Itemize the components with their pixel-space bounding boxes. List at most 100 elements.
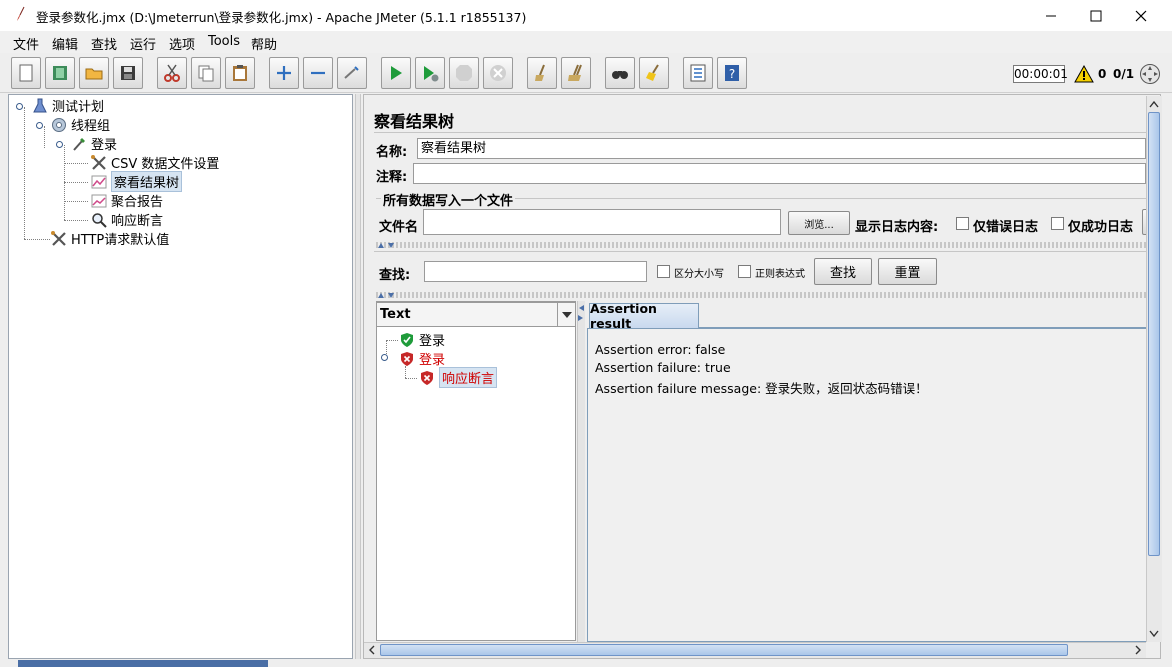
- toggle-button[interactable]: [337, 57, 367, 89]
- scroll-left-icon[interactable]: [367, 644, 377, 656]
- errors-only-checkbox[interactable]: [956, 217, 969, 230]
- scissors-icon: [164, 64, 180, 82]
- play-no-pause-icon: [424, 66, 439, 82]
- name-field[interactable]: 察看结果树: [417, 138, 1146, 159]
- horizontal-scroll-thumb[interactable]: [380, 644, 1068, 656]
- tree-toggle-knob[interactable]: [36, 122, 43, 129]
- maximize-button[interactable]: [1073, 0, 1119, 31]
- renderer-select[interactable]: Text: [376, 302, 576, 327]
- new-button[interactable]: [11, 57, 41, 89]
- splitter-arrows-icon[interactable]: [376, 292, 398, 299]
- comment-field[interactable]: [413, 163, 1146, 184]
- tree-node-thread-group[interactable]: 线程组: [50, 115, 110, 134]
- menu-file[interactable]: 文件: [13, 34, 39, 53]
- warning-count: 0: [1098, 67, 1107, 81]
- tree-node-csv-config[interactable]: CSV 数据文件设置: [90, 153, 219, 172]
- tree-node-login-sampler[interactable]: 登录: [70, 134, 117, 153]
- success-shield-icon: [398, 331, 416, 349]
- title-divider: [374, 132, 1146, 133]
- copy-icon: [198, 65, 214, 82]
- splitter-handle[interactable]: [376, 292, 1146, 298]
- result-item-login-failure[interactable]: 登录: [398, 349, 445, 368]
- search-button[interactable]: [605, 57, 635, 89]
- cut-button[interactable]: [157, 57, 187, 89]
- tree-node-aggregate-report[interactable]: 聚合报告: [90, 191, 163, 210]
- menu-search[interactable]: 查找: [91, 34, 117, 53]
- menu-run[interactable]: 运行: [130, 34, 156, 53]
- tab-assertion-result[interactable]: Assertion result: [589, 301, 699, 331]
- help-book-icon: ?: [725, 65, 739, 81]
- comment-label: 注释:: [376, 170, 408, 185]
- tree-node-label: HTTP请求默认值: [71, 233, 170, 248]
- tree-connector: [64, 201, 88, 202]
- splitter-arrows-icon[interactable]: [376, 242, 398, 249]
- clear-button[interactable]: [527, 57, 557, 89]
- result-item-login-success[interactable]: 登录: [398, 330, 445, 349]
- regex-label: 正则表达式: [755, 269, 805, 280]
- menu-tools[interactable]: Tools: [208, 34, 240, 49]
- tree-connector: [24, 107, 25, 239]
- filename-field[interactable]: [423, 209, 781, 235]
- menu-bar: 文件 编辑 查找 运行 选项 Tools 帮助: [0, 31, 1172, 53]
- tree-node-test-plan[interactable]: 测试计划: [31, 96, 104, 115]
- paste-button[interactable]: [225, 57, 255, 89]
- browse-button[interactable]: 浏览...: [788, 211, 850, 235]
- expand-button[interactable]: [269, 57, 299, 89]
- reset-button[interactable]: 重置: [878, 258, 937, 285]
- tree-node-response-assertion[interactable]: 响应断言: [90, 210, 163, 229]
- close-button[interactable]: [1118, 0, 1164, 31]
- result-item-assertion-failure[interactable]: 响应断言: [418, 367, 498, 388]
- tree-node-label: 线程组: [71, 119, 111, 134]
- save-button[interactable]: [113, 57, 143, 89]
- warning-icon[interactable]: [1074, 65, 1094, 83]
- case-sensitive-checkbox[interactable]: [657, 265, 670, 278]
- minimize-button[interactable]: [1028, 0, 1074, 31]
- tree-toggle-knob[interactable]: [56, 141, 63, 148]
- open-button[interactable]: [79, 57, 109, 89]
- help-button[interactable]: ?: [717, 57, 747, 89]
- results-splitter[interactable]: [577, 301, 585, 642]
- templates-button[interactable]: [45, 57, 75, 89]
- scroll-up-icon[interactable]: [1148, 99, 1160, 109]
- tree-connector: [44, 126, 45, 148]
- regex-checkbox[interactable]: [738, 265, 751, 278]
- search-button[interactable]: 查找: [814, 258, 872, 285]
- tree-connector: [405, 378, 417, 379]
- tree-node-view-results-tree[interactable]: 察看结果树: [90, 171, 183, 192]
- minus-icon: [311, 71, 325, 75]
- start-no-pause-button[interactable]: [415, 57, 445, 89]
- renderer-dropdown-button[interactable]: [557, 303, 575, 326]
- tree-connector: [64, 163, 88, 164]
- splitter-arrows-icon[interactable]: [577, 303, 585, 325]
- menu-options[interactable]: 选项: [169, 34, 195, 53]
- tree-toggle-knob[interactable]: [16, 103, 23, 110]
- menu-edit[interactable]: 编辑: [52, 34, 78, 53]
- split-pane-divider[interactable]: [355, 94, 361, 659]
- result-item-label: 响应断言: [439, 367, 498, 388]
- clear-all-button[interactable]: [561, 57, 591, 89]
- collapse-button[interactable]: [303, 57, 333, 89]
- copy-button[interactable]: [191, 57, 221, 89]
- chart-icon: [90, 173, 108, 191]
- scroll-down-icon[interactable]: [1148, 629, 1160, 639]
- vertical-scroll-thumb[interactable]: [1148, 112, 1160, 556]
- search-input[interactable]: [424, 261, 647, 282]
- open-folder-icon: [85, 68, 103, 80]
- stop-button[interactable]: [449, 57, 479, 89]
- function-helper-button[interactable]: [683, 57, 713, 89]
- jmeter-feather-icon: [17, 6, 25, 21]
- start-button[interactable]: [381, 57, 411, 89]
- splitter-handle[interactable]: [376, 242, 1146, 248]
- tree-toggle-knob[interactable]: [381, 354, 388, 361]
- binoculars-icon: [612, 71, 628, 79]
- templates-icon: [53, 66, 67, 80]
- tree-node-label: 登录: [91, 138, 118, 153]
- tree-connector: [24, 239, 50, 240]
- scroll-right-icon[interactable]: [1133, 644, 1143, 656]
- tree-node-http-defaults[interactable]: HTTP请求默认值: [50, 229, 169, 248]
- reset-search-button[interactable]: [639, 57, 669, 89]
- plus-icon: [277, 66, 291, 80]
- shutdown-button[interactable]: [483, 57, 513, 89]
- menu-help[interactable]: 帮助: [251, 34, 277, 53]
- success-only-checkbox[interactable]: [1051, 217, 1064, 230]
